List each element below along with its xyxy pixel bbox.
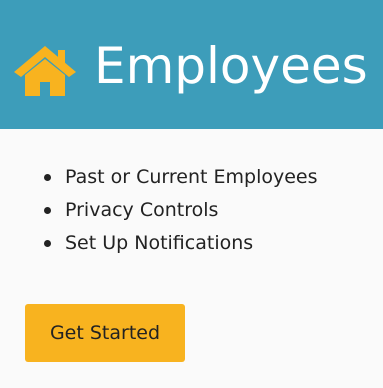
list-item: Past or Current Employees <box>44 161 318 194</box>
feature-list: Past or Current Employees Privacy Contro… <box>44 161 318 260</box>
list-item: Privacy Controls <box>44 194 318 227</box>
list-item: Set Up Notifications <box>44 227 318 260</box>
bullet-icon <box>44 207 51 214</box>
page-title: Employees <box>94 37 368 95</box>
bullet-icon <box>44 174 51 181</box>
get-started-button[interactable]: Get Started <box>25 304 185 362</box>
list-item-label: Past or Current Employees <box>65 166 318 188</box>
list-item-label: Privacy Controls <box>65 199 219 221</box>
card-body: Past or Current Employees Privacy Contro… <box>0 129 383 388</box>
home-icon <box>14 46 76 96</box>
employees-card: Employees Past or Current Employees Priv… <box>0 0 383 388</box>
list-item-label: Set Up Notifications <box>65 232 254 254</box>
bullet-icon <box>44 240 51 247</box>
card-header: Employees <box>0 0 383 129</box>
